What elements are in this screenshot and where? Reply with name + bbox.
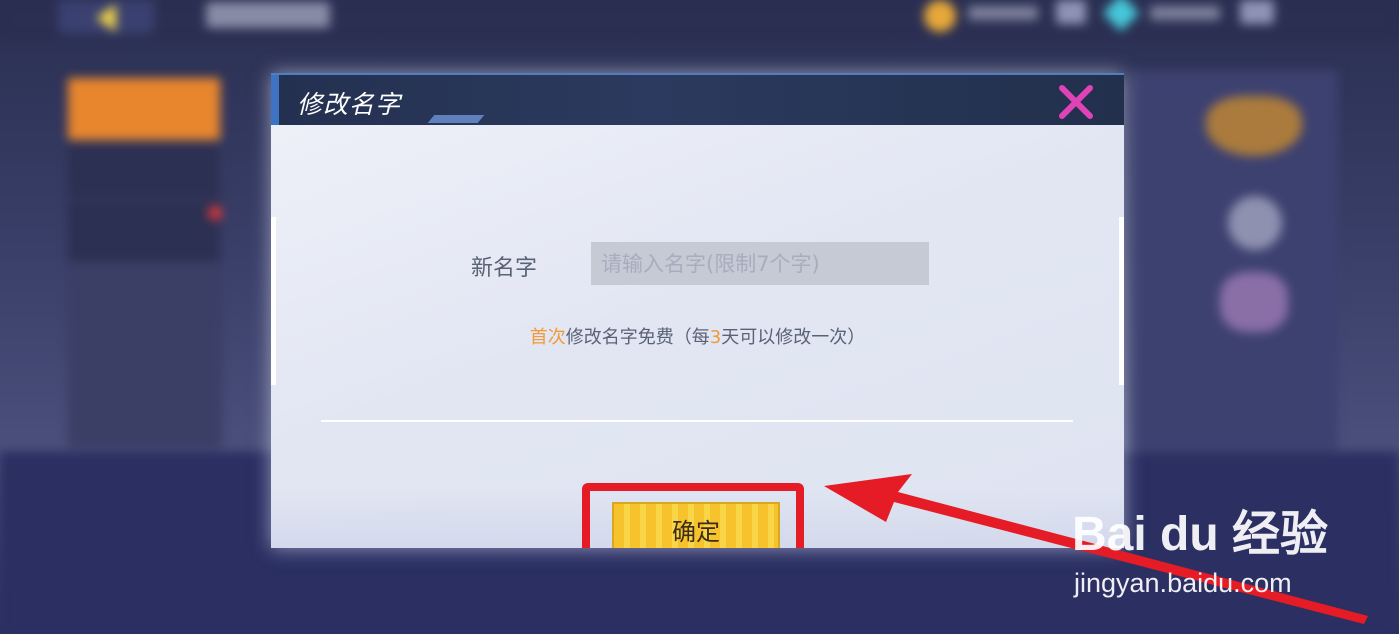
dialog-side-accent <box>271 217 276 385</box>
close-icon <box>1059 85 1093 119</box>
bg-sidebar-tab <box>68 78 220 140</box>
watermark-brand: Bai du 经验 <box>1072 508 1329 561</box>
divider <box>321 420 1073 422</box>
bg-badge-icon <box>1228 196 1282 250</box>
tip-days: 3 <box>709 327 722 348</box>
bg-gem-count <box>1150 6 1220 20</box>
bg-sidebar-tab <box>68 142 220 198</box>
new-name-label: 新名字 <box>471 256 538 281</box>
dialog-title: 修改名字 <box>297 90 402 119</box>
confirm-button[interactable]: 确定 <box>612 502 780 548</box>
bg-back-button <box>58 0 154 34</box>
tip-first-time: 首次 <box>529 327 566 348</box>
bg-notification-dot <box>208 206 222 220</box>
bg-emblem-icon <box>1220 272 1288 332</box>
bg-rank-emblem-icon <box>1206 96 1302 156</box>
watermark-url: jingyan.baidu.com <box>1074 568 1292 598</box>
header-accent <box>427 115 485 123</box>
bg-coin-icon <box>924 0 956 32</box>
bg-add-coin-button <box>1056 0 1086 24</box>
bg-sidebar-tab <box>68 200 220 262</box>
tip-text: 修改名字免费（每 <box>565 327 710 348</box>
baidu-watermark: Bai du 经验 jingyan.baidu.com <box>1072 484 1392 610</box>
bg-add-gem-button <box>1240 0 1274 24</box>
rename-tip: 首次修改名字免费（每3天可以修改一次） <box>271 323 1124 349</box>
bg-coin-count <box>968 6 1038 20</box>
dialog-header: 修改名字 <box>271 73 1124 125</box>
tip-text-end: 天可以修改一次） <box>721 327 866 348</box>
new-name-input[interactable] <box>591 242 929 285</box>
bg-title <box>206 2 330 28</box>
close-button[interactable] <box>1056 83 1096 121</box>
dialog-side-accent <box>1119 217 1124 385</box>
